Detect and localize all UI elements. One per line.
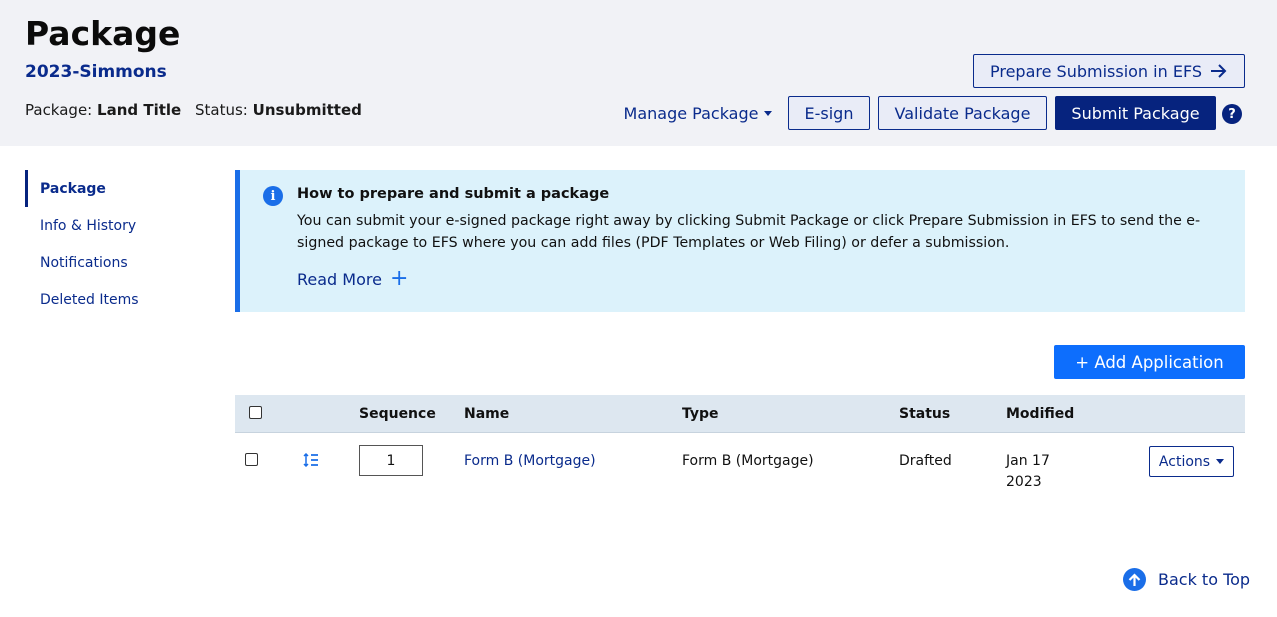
column-header-status[interactable]: Status bbox=[899, 406, 950, 422]
chevron-down-icon bbox=[1216, 459, 1225, 464]
sidebar-item-notifications[interactable]: Notifications bbox=[25, 244, 215, 281]
back-to-top-label: Back to Top bbox=[1158, 570, 1251, 589]
column-header-sequence[interactable]: Sequence bbox=[359, 406, 436, 422]
prepare-submission-label: Prepare Submission in EFS bbox=[989, 61, 1203, 81]
column-header-modified[interactable]: Modified bbox=[1006, 406, 1074, 422]
add-application-button[interactable]: + Add Application bbox=[1054, 345, 1245, 379]
application-modified-date: Jan 17 bbox=[1006, 453, 1050, 469]
esign-button[interactable]: E-sign bbox=[788, 96, 870, 130]
package-type: Package: Land Title bbox=[25, 101, 181, 119]
sidebar-item-package[interactable]: Package bbox=[25, 170, 215, 207]
manage-package-label: Manage Package bbox=[623, 103, 759, 123]
info-icon: i bbox=[263, 186, 283, 206]
help-icon[interactable]: ? bbox=[1222, 104, 1242, 124]
column-header-type[interactable]: Type bbox=[682, 406, 719, 422]
read-more-button[interactable]: Read More + bbox=[297, 268, 408, 290]
actions-label: Actions bbox=[1158, 453, 1211, 470]
info-text: You can submit your e-signed package rig… bbox=[297, 213, 1201, 251]
status-value: Unsubmitted bbox=[252, 101, 362, 119]
arrow-up-icon bbox=[1123, 568, 1146, 591]
page-header: Package 2023-Simmons Package: Land Title… bbox=[0, 0, 1277, 146]
package-status: Status: Unsubmitted bbox=[195, 101, 362, 119]
page-title: Package bbox=[25, 14, 181, 53]
column-header-name[interactable]: Name bbox=[464, 406, 509, 422]
reorder-icon[interactable] bbox=[303, 453, 319, 467]
row-checkbox[interactable] bbox=[245, 453, 258, 466]
sidebar-item-info-history[interactable]: Info & History bbox=[25, 207, 215, 244]
chevron-down-icon bbox=[764, 110, 773, 116]
info-alert: i How to prepare and submit a package Yo… bbox=[235, 170, 1245, 312]
application-name-link[interactable]: Form B (Mortgage) bbox=[464, 453, 596, 469]
application-status: Drafted bbox=[899, 453, 952, 469]
sequence-input[interactable] bbox=[359, 445, 423, 476]
package-name: 2023-Simmons bbox=[25, 62, 167, 82]
arrow-right-icon bbox=[1211, 64, 1227, 78]
submit-package-button[interactable]: Submit Package bbox=[1055, 96, 1216, 130]
actions-dropdown[interactable]: Actions bbox=[1149, 446, 1234, 477]
validate-package-button[interactable]: Validate Package bbox=[878, 96, 1047, 130]
application-type: Form B (Mortgage) bbox=[682, 453, 814, 469]
manage-package-dropdown[interactable]: Manage Package bbox=[620, 96, 776, 130]
package-type-value: Land Title bbox=[97, 101, 182, 119]
plus-icon: + bbox=[389, 266, 409, 291]
info-title: How to prepare and submit a package bbox=[297, 186, 610, 202]
select-all-checkbox[interactable] bbox=[249, 406, 262, 419]
status-label: Status: bbox=[195, 101, 248, 119]
table-header: Sequence Name Type Status Modified bbox=[235, 395, 1245, 433]
prepare-submission-button[interactable]: Prepare Submission in EFS bbox=[973, 54, 1245, 88]
application-modified-year: 2023 bbox=[1006, 474, 1042, 490]
sidebar-item-deleted-items[interactable]: Deleted Items bbox=[25, 281, 215, 318]
package-type-label: Package: bbox=[25, 101, 93, 119]
read-more-label: Read More bbox=[297, 269, 382, 289]
back-to-top-link[interactable]: Back to Top bbox=[1123, 568, 1250, 591]
